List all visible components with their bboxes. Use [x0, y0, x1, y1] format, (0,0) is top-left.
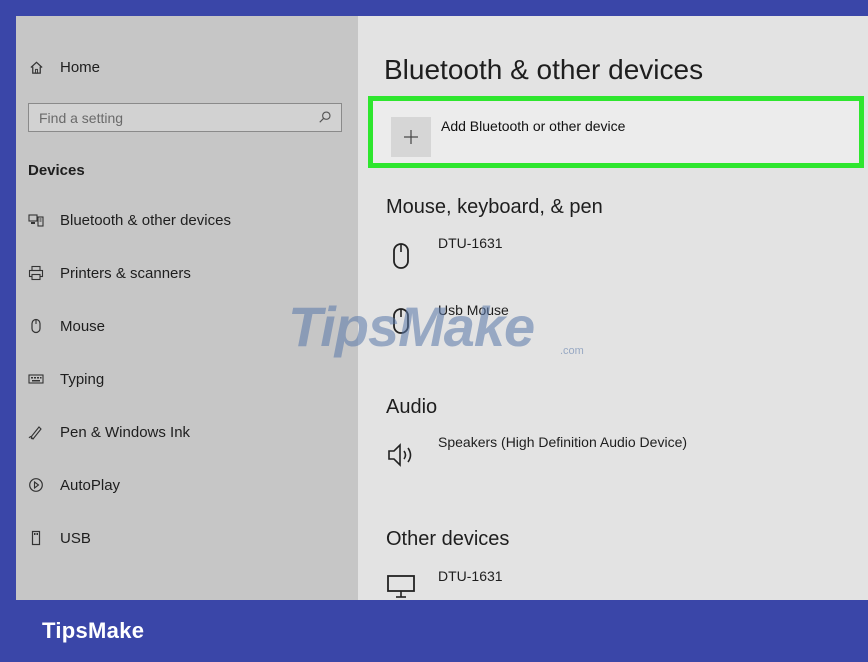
sidebar-item-pen[interactable]: Pen & Windows Ink: [16, 417, 190, 447]
device-item[interactable]: DTU-1631: [386, 231, 686, 281]
keyboard-icon: [28, 371, 44, 387]
sidebar-item-label: Printers & scanners: [60, 264, 191, 282]
page-title: Bluetooth & other devices: [384, 54, 704, 85]
device-name: DTU-1631: [438, 568, 503, 584]
sidebar-item-label: Mouse: [60, 317, 106, 335]
pen-icon: [28, 424, 44, 440]
device-item[interactable]: DTU-1631: [386, 564, 686, 600]
usb-icon: [28, 530, 44, 546]
search-box[interactable]: [28, 103, 342, 132]
sidebar-item-autoplay[interactable]: AutoPlay: [16, 470, 120, 500]
left-frame: [0, 0, 16, 600]
sidebar-item-printers[interactable]: Printers & scanners: [16, 258, 191, 288]
group-title-input: Mouse, keyboard, & pen: [386, 196, 603, 218]
mouse-icon: [386, 241, 416, 271]
sidebar-item-home[interactable]: Home: [16, 52, 100, 82]
bluetooth-devices-icon: [28, 212, 44, 228]
add-device-label: Add Bluetooth or other device: [441, 118, 626, 134]
monitor-icon: [386, 570, 416, 600]
sidebar-item-label: Home: [60, 58, 101, 76]
sidebar-item-bluetooth[interactable]: Bluetooth & other devices: [16, 205, 231, 235]
watermark: TipsMake: [288, 295, 535, 358]
section-title: Devices: [28, 162, 85, 179]
group-title-other: Other devices: [386, 528, 510, 550]
mouse-icon: [28, 318, 44, 334]
printer-icon: [28, 265, 44, 281]
group-title-audio: Audio: [386, 396, 438, 418]
add-device-button[interactable]: Add Bluetooth or other device: [373, 101, 859, 163]
sidebar-item-typing[interactable]: Typing: [16, 364, 104, 394]
search-icon[interactable]: [318, 110, 332, 124]
add-device-highlight: Add Bluetooth or other device: [368, 96, 864, 168]
device-name: DTU-1631: [438, 235, 503, 251]
device-item[interactable]: Speakers (High Definition Audio Device): [386, 430, 826, 480]
autoplay-icon: [28, 477, 44, 493]
watermark-suffix: .com: [560, 345, 584, 357]
sidebar-item-usb[interactable]: USB: [16, 523, 91, 553]
device-name: Speakers (High Definition Audio Device): [438, 434, 688, 450]
speaker-icon: [386, 440, 416, 470]
sidebar-item-label: USB: [60, 529, 91, 547]
sidebar-item-mouse[interactable]: Mouse: [16, 311, 105, 341]
add-icon: [391, 117, 431, 157]
search-input[interactable]: [37, 108, 311, 127]
sidebar-item-label: Typing: [60, 370, 105, 388]
sidebar-item-label: AutoPlay: [60, 476, 121, 494]
sidebar-item-label: Bluetooth & other devices: [60, 211, 231, 229]
home-icon: [28, 59, 44, 75]
sidebar-item-label: Pen & Windows Ink: [60, 423, 191, 441]
footer-brand: TipsMake: [42, 618, 145, 643]
footer-bar: TipsMake: [0, 600, 868, 662]
top-frame: [0, 0, 868, 16]
